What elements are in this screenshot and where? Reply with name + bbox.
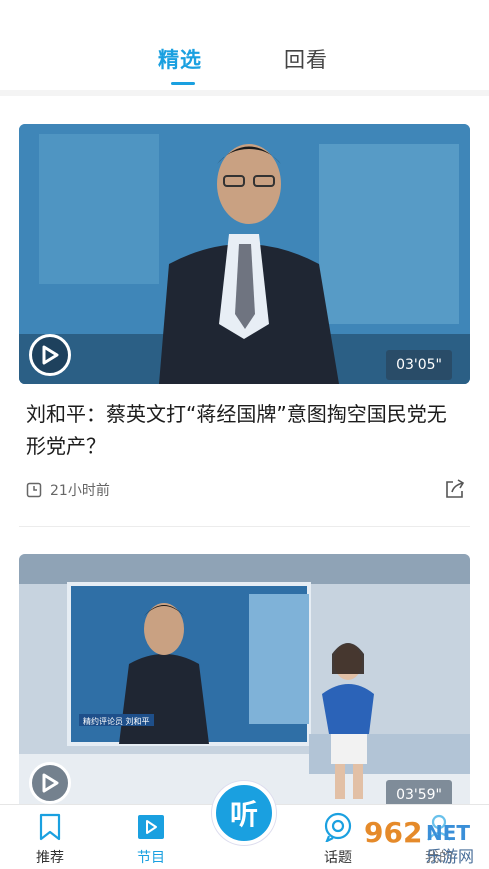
- active-tab-indicator: [171, 82, 195, 85]
- video-thumbnail[interactable]: 03'05": [19, 124, 470, 384]
- play-square-icon: [135, 811, 167, 843]
- clock-icon: [26, 482, 42, 498]
- play-icon: [42, 345, 59, 365]
- nav-label: 推荐: [36, 850, 64, 866]
- publish-time: 21小时前: [50, 483, 110, 499]
- tabs: 精选 回看: [0, 44, 489, 85]
- video-thumbnail[interactable]: 精约评论员 刘和平 03'59": [19, 554, 470, 814]
- svg-text:962: 962: [364, 816, 422, 849]
- svg-text:NET: NET: [426, 821, 470, 845]
- bookmark-icon: [34, 811, 66, 843]
- card-divider: [19, 526, 470, 527]
- nav-item-programs[interactable]: 节目: [121, 811, 181, 867]
- play-button[interactable]: [29, 762, 71, 804]
- tab-featured[interactable]: 精选: [158, 44, 202, 74]
- nav-label: 话题: [324, 850, 352, 866]
- duration-badge: 03'05": [386, 350, 452, 380]
- site-watermark-logo: 962 NET 乐游网: [358, 812, 488, 866]
- video-title[interactable]: 刘和平：蔡英文打“蒋经国牌”意图掏空国民党无形党产？: [26, 398, 466, 462]
- nav-label: 节目: [137, 850, 165, 866]
- chat-bubble-icon: [322, 811, 354, 843]
- screen-caption: 精约评论员 刘和平: [83, 716, 150, 726]
- share-icon: [446, 479, 465, 498]
- svg-text:乐游网: 乐游网: [426, 847, 474, 866]
- play-button[interactable]: [29, 334, 71, 376]
- thumbnail-scene: [19, 124, 470, 384]
- top-tab-bar: 精选 回看: [0, 0, 489, 96]
- video-meta: 21小时前: [26, 480, 110, 500]
- nav-item-recommend[interactable]: 推荐: [20, 811, 80, 867]
- tab-replay[interactable]: 回看: [284, 44, 328, 74]
- listen-button[interactable]: 听: [212, 781, 276, 845]
- share-button[interactable]: [444, 478, 466, 504]
- thumbnail-scene: 精约评论员 刘和平: [19, 554, 470, 814]
- play-icon: [42, 773, 59, 793]
